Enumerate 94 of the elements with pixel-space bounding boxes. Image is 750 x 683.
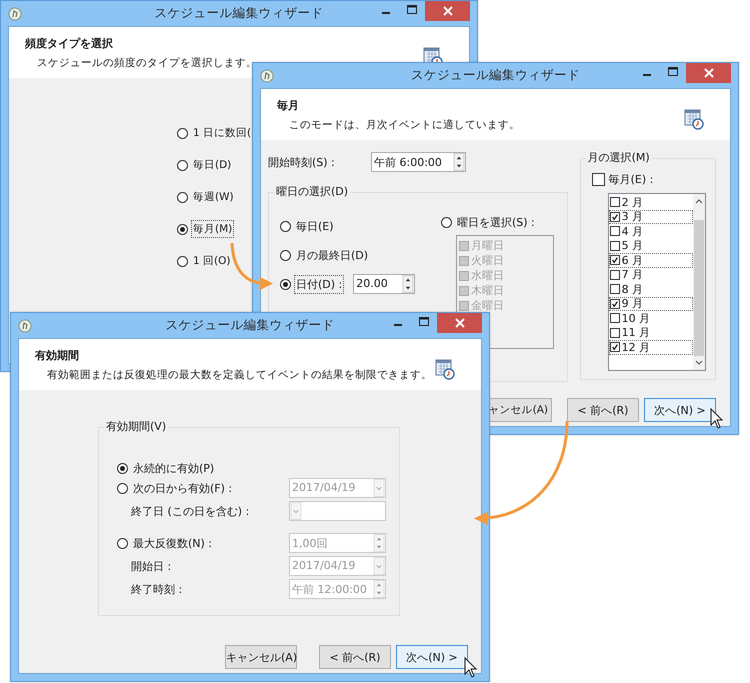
- close-icon: [704, 68, 714, 78]
- mouse-pointer-icon: [710, 408, 724, 429]
- radio-button[interactable]: [441, 216, 452, 228]
- checkbox[interactable]: [610, 197, 620, 208]
- month-label: 8 月: [622, 282, 644, 297]
- radio-label: 1 回(O): [192, 254, 232, 269]
- step-heading: 毎月: [277, 98, 299, 112]
- radio-button[interactable]: [177, 160, 188, 170]
- close-icon: [454, 318, 464, 328]
- checkbox[interactable]: [610, 328, 620, 338]
- month-label: 11 月: [622, 325, 650, 340]
- radio-button[interactable]: [177, 128, 188, 138]
- group-label: 有効期間(V): [104, 419, 168, 434]
- weekday-label: 金曜日: [471, 298, 504, 313]
- window-title: スケジュール編集ウィザード: [154, 5, 324, 22]
- month-label: 6 月: [622, 252, 644, 268]
- weekday-label: 月曜日: [471, 238, 504, 253]
- month-label: 10 月: [622, 310, 650, 326]
- wizard-button[interactable]: 次へ(N) >: [644, 398, 716, 422]
- radio-button[interactable]: [177, 256, 188, 266]
- step-description: このモードは、月次イベントに適しています。: [288, 118, 520, 132]
- spin-arrows-icon[interactable]: [453, 153, 465, 171]
- weekday-label: 火曜日: [471, 253, 504, 268]
- window-title: スケジュール編集ウィザード: [166, 317, 334, 334]
- app-icon: [18, 318, 32, 332]
- mouse-pointer-icon: [464, 656, 478, 678]
- weekday-label: 水曜日: [471, 268, 504, 283]
- calendar-clock-icon: [435, 358, 455, 380]
- radio-button[interactable]: [280, 278, 291, 290]
- radio-label: 毎日(D): [192, 158, 232, 173]
- radio-label: 毎週(W): [192, 190, 235, 205]
- radio-button[interactable]: [117, 538, 128, 548]
- checkbox[interactable]: [610, 212, 620, 222]
- checkbox[interactable]: [610, 270, 620, 280]
- radio-button[interactable]: [280, 220, 291, 232]
- radio-button[interactable]: [117, 462, 128, 474]
- app-icon: [8, 6, 22, 20]
- radio-label: 毎月(M): [191, 220, 234, 238]
- radio-button[interactable]: [117, 482, 128, 494]
- close-button[interactable]: [425, 1, 470, 21]
- wizard-button[interactable]: < 前へ(R): [319, 645, 391, 669]
- field-label: 終了時刻 :: [130, 582, 184, 598]
- radio-label: 次の日から有効(F) :: [132, 480, 234, 496]
- checkbox[interactable]: [610, 284, 620, 294]
- close-button[interactable]: [686, 63, 731, 83]
- checkbox[interactable]: [610, 342, 620, 352]
- step-heading: 有効期間: [35, 348, 79, 362]
- date-field[interactable]: [289, 501, 386, 521]
- month-label: 3 月: [622, 209, 644, 224]
- month-label: 2 月: [622, 194, 644, 210]
- month-label: 7 月: [622, 267, 644, 282]
- start-time-field[interactable]: 午前 6:00:00: [371, 152, 466, 172]
- month-label: 5 月: [622, 238, 644, 254]
- spin-arrows-icon[interactable]: [402, 275, 414, 293]
- group-label: 月の選択(M): [586, 150, 652, 165]
- field-label: 終了日 (この日を含む) :: [130, 504, 250, 520]
- radio-button[interactable]: [177, 224, 188, 234]
- radio-button[interactable]: [280, 250, 291, 260]
- radio-label: 日付(D) :: [294, 274, 344, 294]
- checkbox[interactable]: [610, 255, 620, 266]
- wizard-button[interactable]: < 前へ(R): [567, 398, 639, 422]
- checkbox[interactable]: [610, 240, 620, 251]
- calendar-clock-icon: [684, 108, 704, 130]
- checkbox[interactable]: [610, 298, 620, 309]
- window-title: スケジュール編集ウィザード: [411, 67, 580, 84]
- month-label: 9 月: [622, 296, 644, 312]
- app-icon: [260, 68, 274, 82]
- month-label: 4 月: [622, 224, 644, 239]
- month-label: 12 月: [622, 340, 650, 355]
- scrollbar[interactable]: [692, 194, 705, 370]
- day-field[interactable]: 20.00: [353, 274, 416, 294]
- start-time-label: 開始時刻(S) :: [268, 154, 336, 170]
- field-label: 開始日 :: [130, 558, 172, 574]
- wizard-button[interactable]: キャンセル(A): [225, 645, 297, 669]
- checkbox[interactable]: [592, 172, 605, 186]
- step-description: スケジュールの頻度のタイプを選択します。: [36, 56, 257, 70]
- step-description: 有効範囲または反復処理の最大数を定義してイベントの結果を制限できます。: [46, 368, 432, 382]
- radio-label: 曜日を選択(S) :: [456, 214, 536, 230]
- curved-arrow: [230, 242, 273, 290]
- radio-label: 1 日に数回(: [192, 126, 252, 141]
- weekday-label: 木曜日: [471, 283, 504, 298]
- group-label: 曜日の選択(D): [274, 184, 350, 199]
- checkbox-label: 毎月(E) :: [608, 172, 654, 186]
- radio-button[interactable]: [177, 192, 188, 202]
- close-icon: [442, 6, 452, 16]
- close-button[interactable]: [437, 313, 482, 333]
- wizard-button[interactable]: 次へ(N) >: [396, 645, 468, 669]
- checkbox[interactable]: [610, 226, 620, 236]
- checkbox[interactable]: [610, 313, 620, 324]
- radio-label: 毎日(E): [295, 218, 335, 234]
- step-heading: 頻度タイプを選択: [25, 36, 113, 50]
- radio-label: 最大反復数(N) :: [132, 536, 214, 552]
- radio-label: 永続的に有効(P): [132, 460, 216, 476]
- radio-label: 月の最終日(D): [295, 248, 370, 264]
